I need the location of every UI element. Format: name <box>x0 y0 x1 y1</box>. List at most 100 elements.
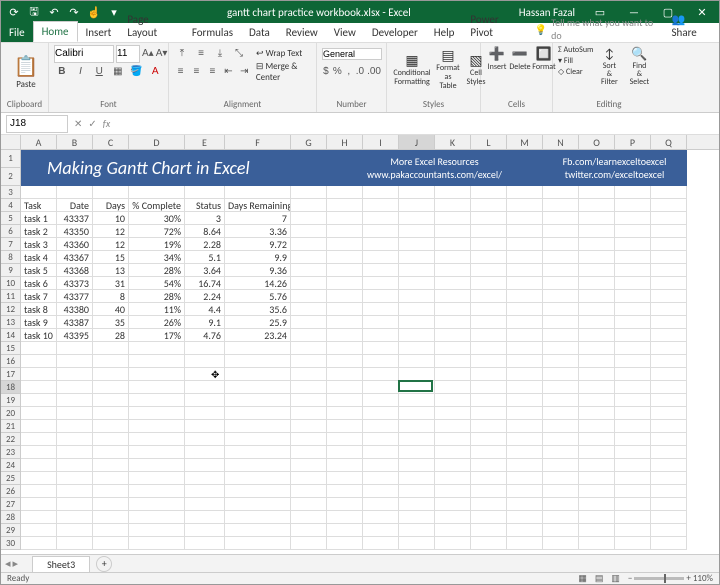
clear-button[interactable]: ◇ Clear <box>558 67 593 77</box>
row-header[interactable]: 12 <box>1 303 21 316</box>
cell[interactable] <box>615 524 651 537</box>
cell[interactable] <box>579 212 615 225</box>
cell[interactable] <box>399 446 435 459</box>
cell[interactable] <box>93 459 129 472</box>
increase-indent-button[interactable]: ⇥ <box>238 64 251 80</box>
cell[interactable]: 23.24 <box>225 329 291 342</box>
cell[interactable] <box>225 472 291 485</box>
cell[interactable] <box>57 407 93 420</box>
cell[interactable] <box>225 485 291 498</box>
cell[interactable] <box>471 459 507 472</box>
cell[interactable] <box>615 329 651 342</box>
cell[interactable] <box>435 511 471 524</box>
cell[interactable] <box>651 277 687 290</box>
undo-icon[interactable]: ↶ <box>45 3 63 21</box>
row-header[interactable]: 14 <box>1 329 21 342</box>
cell[interactable] <box>129 498 185 511</box>
row-header[interactable]: 10 <box>1 277 21 290</box>
cell[interactable] <box>185 511 225 524</box>
row-header[interactable]: 28 <box>1 511 21 524</box>
increase-font-button[interactable]: A▴ <box>142 46 154 62</box>
bold-button[interactable]: B <box>54 64 70 80</box>
insert-cells-button[interactable]: ➕Insert <box>486 45 508 74</box>
cell[interactable]: Days <box>93 199 129 212</box>
cell[interactable] <box>363 498 399 511</box>
zoom-level[interactable]: 110% <box>693 573 713 584</box>
cell[interactable] <box>327 329 363 342</box>
row-header[interactable]: 9 <box>1 264 21 277</box>
cell[interactable]: Task <box>21 199 57 212</box>
cell[interactable] <box>507 420 543 433</box>
tab-file[interactable]: File <box>1 23 33 42</box>
cell[interactable] <box>225 381 291 394</box>
cell[interactable]: 9.9 <box>225 251 291 264</box>
cell[interactable]: 3.64 <box>185 264 225 277</box>
tab-power-pivot[interactable]: Power Pivot <box>462 10 526 42</box>
cell[interactable] <box>291 537 327 550</box>
cell[interactable] <box>435 459 471 472</box>
cell[interactable] <box>399 199 435 212</box>
cell[interactable] <box>185 186 225 199</box>
cell[interactable] <box>651 537 687 550</box>
cell[interactable] <box>129 355 185 368</box>
cell[interactable] <box>543 329 579 342</box>
cell[interactable] <box>507 446 543 459</box>
cell[interactable] <box>615 199 651 212</box>
cell[interactable] <box>399 433 435 446</box>
row-header[interactable]: 16 <box>1 355 21 368</box>
cell[interactable] <box>651 472 687 485</box>
cell[interactable] <box>327 498 363 511</box>
cell[interactable] <box>363 277 399 290</box>
cell[interactable]: 16.74 <box>185 277 225 290</box>
cell[interactable] <box>399 355 435 368</box>
column-header[interactable]: I <box>363 135 399 149</box>
cell[interactable] <box>185 381 225 394</box>
cell[interactable] <box>185 537 225 550</box>
cell[interactable] <box>507 238 543 251</box>
cell[interactable] <box>327 420 363 433</box>
cell[interactable] <box>471 381 507 394</box>
cell[interactable] <box>129 446 185 459</box>
cell[interactable] <box>651 329 687 342</box>
fx-icon[interactable]: fx <box>103 117 110 130</box>
paste-button[interactable]: 📋 Paste <box>6 45 46 99</box>
cell[interactable] <box>93 381 129 394</box>
cell[interactable]: 3 <box>185 212 225 225</box>
cell[interactable] <box>363 381 399 394</box>
cell[interactable] <box>543 394 579 407</box>
cell[interactable] <box>471 290 507 303</box>
column-header[interactable]: E <box>185 135 225 149</box>
cell[interactable] <box>185 407 225 420</box>
cell[interactable]: 12 <box>93 238 129 251</box>
cell[interactable] <box>471 420 507 433</box>
cell[interactable] <box>615 212 651 225</box>
cell[interactable] <box>435 537 471 550</box>
cell[interactable]: 43360 <box>57 238 93 251</box>
cell[interactable] <box>651 342 687 355</box>
cell[interactable] <box>471 485 507 498</box>
cell[interactable]: task 10 <box>21 329 57 342</box>
cell[interactable] <box>327 459 363 472</box>
cell[interactable] <box>507 368 543 381</box>
cell[interactable] <box>225 407 291 420</box>
cell[interactable] <box>225 342 291 355</box>
cell[interactable] <box>615 498 651 511</box>
cell[interactable] <box>21 459 57 472</box>
cell[interactable] <box>435 446 471 459</box>
cell[interactable]: 5.76 <box>225 290 291 303</box>
cell[interactable] <box>291 264 327 277</box>
cell[interactable] <box>543 316 579 329</box>
cell[interactable] <box>615 433 651 446</box>
cell[interactable] <box>327 485 363 498</box>
cell[interactable] <box>615 290 651 303</box>
cell[interactable] <box>363 342 399 355</box>
cell[interactable] <box>93 511 129 524</box>
cell[interactable] <box>615 186 651 199</box>
cell[interactable]: 43350 <box>57 225 93 238</box>
cell[interactable] <box>543 264 579 277</box>
cell[interactable] <box>435 303 471 316</box>
column-header[interactable]: O <box>579 135 615 149</box>
cell[interactable] <box>615 394 651 407</box>
row-header[interactable]: 29 <box>1 524 21 537</box>
cell[interactable]: 4.4 <box>185 303 225 316</box>
